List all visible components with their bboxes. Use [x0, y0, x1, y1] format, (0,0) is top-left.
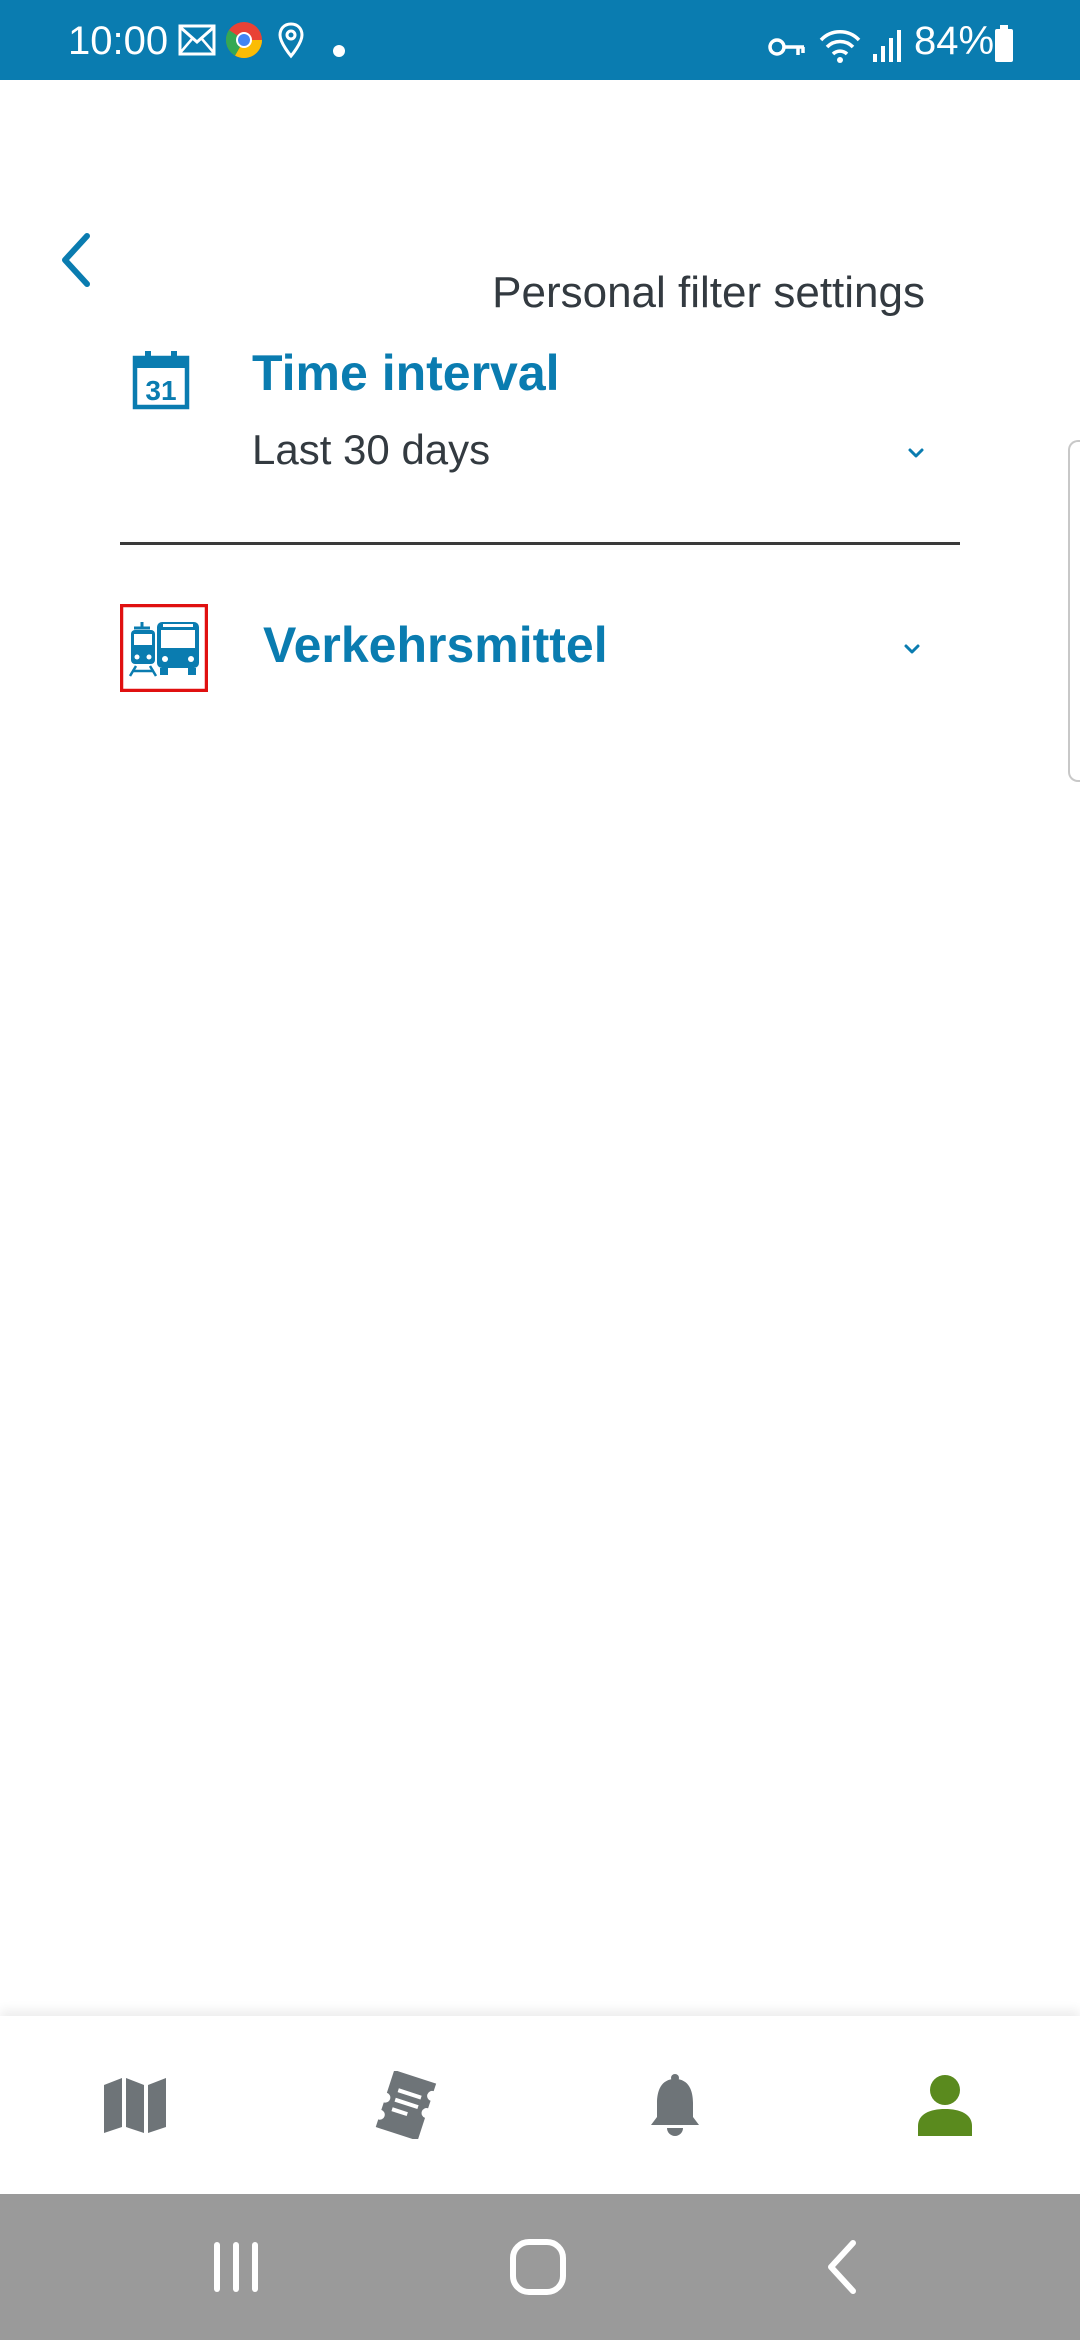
nav-notifications[interactable]: [540, 2016, 810, 2194]
recent-apps-button[interactable]: [156, 2194, 316, 2340]
wifi-icon: [818, 28, 862, 68]
nav-ticket[interactable]: [270, 2016, 540, 2194]
bell-icon: [651, 2074, 699, 2136]
system-back-button[interactable]: [762, 2194, 922, 2340]
tram-bus-icon: [119, 603, 209, 697]
nav-map[interactable]: [0, 2016, 270, 2194]
chevron-left-icon: [62, 233, 90, 287]
chevron-down-icon[interactable]: [902, 642, 922, 656]
page-title: Personal filter settings: [492, 268, 925, 317]
signal-icon: [872, 28, 902, 68]
person-icon: [918, 2075, 972, 2136]
filter-title: Time interval: [252, 345, 560, 401]
battery-icon: [994, 24, 1014, 64]
status-time: 10:00: [68, 19, 169, 63]
divider: [120, 542, 960, 545]
recent-apps-icon: [214, 2242, 258, 2292]
filter-value: Last 30 days: [252, 426, 491, 473]
calendar-icon: 31: [132, 350, 190, 415]
status-bar: 10:00 84%: [0, 0, 1080, 80]
chevron-down-icon[interactable]: [906, 446, 926, 460]
system-back-icon: [828, 2240, 856, 2294]
ticket-icon: [375, 2071, 437, 2139]
filter-verkehrsmittel[interactable]: Verkehrsmittel: [119, 600, 960, 700]
location-icon: [278, 22, 304, 62]
home-icon: [510, 2239, 566, 2295]
nav-profile[interactable]: [810, 2016, 1080, 2194]
chrome-icon: [224, 20, 264, 60]
back-button[interactable]: [40, 220, 110, 300]
mail-icon: [178, 24, 216, 64]
scroll-handle[interactable]: [1068, 440, 1080, 782]
filter-time-interval[interactable]: 31 Time interval Last 30 days: [120, 340, 960, 530]
battery-percentage: 84%: [914, 19, 995, 63]
system-navigation-bar: [0, 2194, 1080, 2340]
notification-dot-icon: [333, 44, 345, 84]
home-button[interactable]: [458, 2194, 618, 2340]
bottom-navigation: [0, 2016, 1080, 2194]
calendar-day: 31: [145, 375, 176, 406]
map-icon: [104, 2078, 166, 2133]
vpn-key-icon: [768, 36, 806, 76]
filter-title: Verkehrsmittel: [263, 617, 608, 673]
